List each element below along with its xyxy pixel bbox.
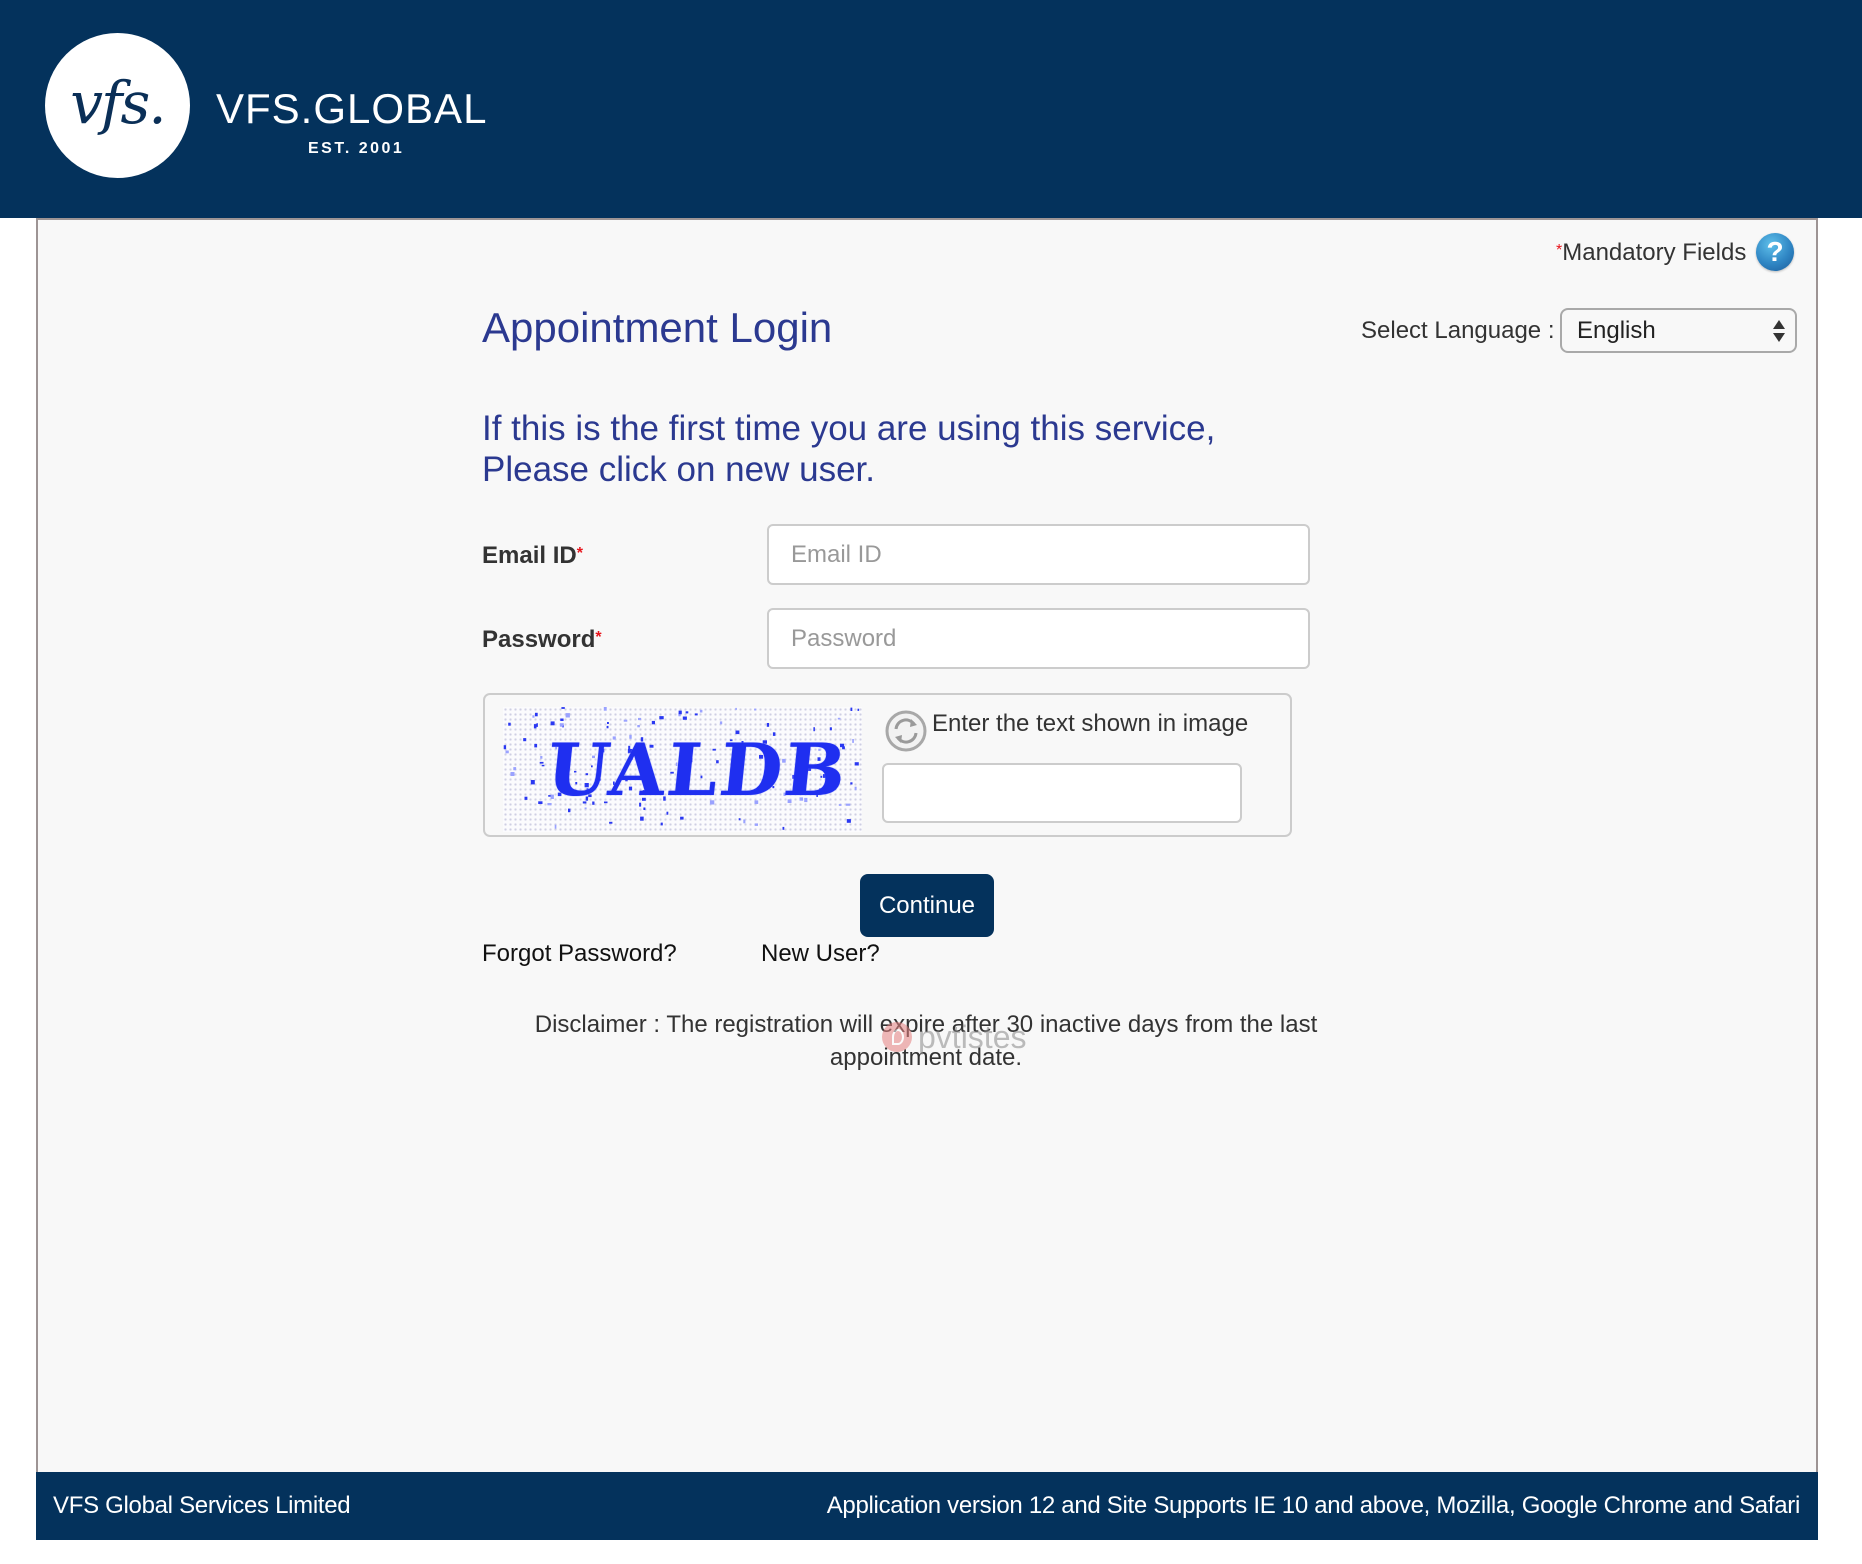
- language-select[interactable]: English: [1560, 308, 1797, 353]
- captcha-speck: [857, 708, 860, 711]
- captcha-speck: [539, 761, 544, 764]
- password-label-text: Password: [482, 626, 596, 653]
- captcha-speck: [719, 721, 723, 725]
- captcha-speck: [607, 722, 609, 724]
- captcha-speck: [659, 716, 664, 720]
- captcha-speck: [565, 713, 570, 718]
- captcha-speck: [738, 818, 741, 821]
- brand-established: EST. 2001: [308, 140, 405, 157]
- captcha-speck: [535, 712, 538, 717]
- captcha-speck: [505, 750, 509, 754]
- refresh-icon[interactable]: [884, 709, 928, 753]
- required-asterisk: *: [1556, 242, 1563, 259]
- vfs-logo[interactable]: vfs.: [45, 33, 190, 178]
- continue-button[interactable]: Continue: [860, 874, 994, 937]
- required-asterisk: *: [595, 629, 602, 646]
- new-user-link[interactable]: New User?: [761, 939, 880, 969]
- captcha-speck: [536, 723, 538, 727]
- captcha-speck: [743, 819, 746, 824]
- language-label: Select Language :: [1361, 317, 1555, 344]
- captcha-speck: [530, 780, 535, 785]
- captcha-speck: [540, 756, 543, 759]
- captcha-speck: [850, 782, 853, 785]
- intro-line-1: If this is the first time you are using …: [482, 409, 1216, 448]
- captcha-speck: [782, 826, 785, 830]
- captcha-speck: [854, 786, 857, 791]
- brand-name: VFS.GLOBAL: [216, 85, 488, 132]
- disclaimer-line-2: appointment date.: [829, 1044, 1023, 1071]
- captcha-speck: [609, 821, 613, 824]
- captcha-speck: [508, 722, 511, 726]
- captcha-speck: [532, 715, 535, 718]
- captcha-speck: [538, 801, 543, 804]
- email-input[interactable]: [767, 524, 1310, 585]
- captcha-speck: [651, 720, 655, 725]
- footer-company: VFS Global Services Limited: [53, 1492, 351, 1519]
- email-label: Email ID*: [482, 541, 583, 571]
- select-arrows-icon: [1773, 318, 1785, 344]
- captcha-speck: [680, 816, 684, 820]
- captcha-speck: [850, 707, 853, 711]
- captcha-speck: [640, 816, 644, 821]
- site-footer: VFS Global Services Limited Application …: [36, 1472, 1818, 1540]
- captcha-speck: [735, 707, 737, 710]
- captcha-speck: [560, 718, 564, 721]
- captcha-speck: [561, 707, 565, 709]
- disclaimer: Disclaimer : The registration will expir…: [520, 1008, 1332, 1074]
- captcha-speck: [660, 822, 663, 826]
- main-panel: [36, 218, 1818, 1472]
- forgot-password-link[interactable]: Forgot Password?: [482, 939, 677, 969]
- page-title: Appointment Login: [482, 304, 833, 351]
- password-input[interactable]: [767, 608, 1310, 669]
- captcha-speck: [682, 716, 687, 720]
- captcha-speck: [694, 713, 698, 716]
- disclaimer-line-1: Disclaimer : The registration will expir…: [534, 1011, 1318, 1038]
- site-header: vfs. VFS.GLOBAL EST. 2001: [0, 0, 1862, 218]
- captcha-speck: [554, 824, 557, 829]
- captcha-speck: [513, 767, 517, 771]
- logo-mark: vfs.: [70, 69, 166, 137]
- password-label: Password*: [482, 625, 602, 655]
- captcha-hint: Enter the text shown in image: [932, 710, 1249, 737]
- captcha-speck: [699, 709, 703, 713]
- footer-support-info: Application version 12 and Site Supports…: [826, 1492, 1801, 1519]
- captcha-speck: [845, 803, 851, 806]
- captcha-image: UALDB: [503, 707, 862, 832]
- captcha-speck: [846, 819, 851, 823]
- captcha-speck: [523, 738, 527, 742]
- captcha-input[interactable]: [882, 763, 1242, 823]
- captcha-box: UALDB Enter the text shown in image: [483, 693, 1292, 837]
- captcha-speck: [603, 707, 607, 711]
- captcha-speck: [510, 772, 515, 776]
- captcha-speck: [623, 719, 628, 722]
- email-label-text: Email ID: [482, 542, 577, 569]
- intro-message: If this is the first time you are using …: [482, 408, 1382, 490]
- captcha-speck: [534, 743, 538, 748]
- captcha-speck: [503, 745, 507, 750]
- captcha-speck: [852, 739, 854, 743]
- intro-line-2: Please click on new user.: [482, 450, 875, 489]
- captcha-speck: [854, 762, 859, 766]
- help-icon[interactable]: ?: [1756, 233, 1794, 271]
- captcha-text: UALDB: [542, 727, 852, 812]
- captcha-speck: [533, 724, 537, 729]
- mandatory-fields-note: *Mandatory Fields: [1556, 238, 1746, 268]
- mandatory-fields-label: Mandatory Fields: [1562, 239, 1747, 266]
- captcha-speck: [754, 823, 758, 826]
- captcha-speck: [541, 764, 545, 767]
- captcha-speck: [678, 710, 682, 715]
- required-asterisk: *: [576, 545, 583, 562]
- captcha-speck: [638, 717, 642, 721]
- captcha-speck: [524, 796, 528, 800]
- captcha-speck: [837, 717, 841, 720]
- captcha-speck: [685, 711, 689, 714]
- language-selected-value: English: [1577, 317, 1656, 344]
- captcha-speck: [754, 708, 757, 711]
